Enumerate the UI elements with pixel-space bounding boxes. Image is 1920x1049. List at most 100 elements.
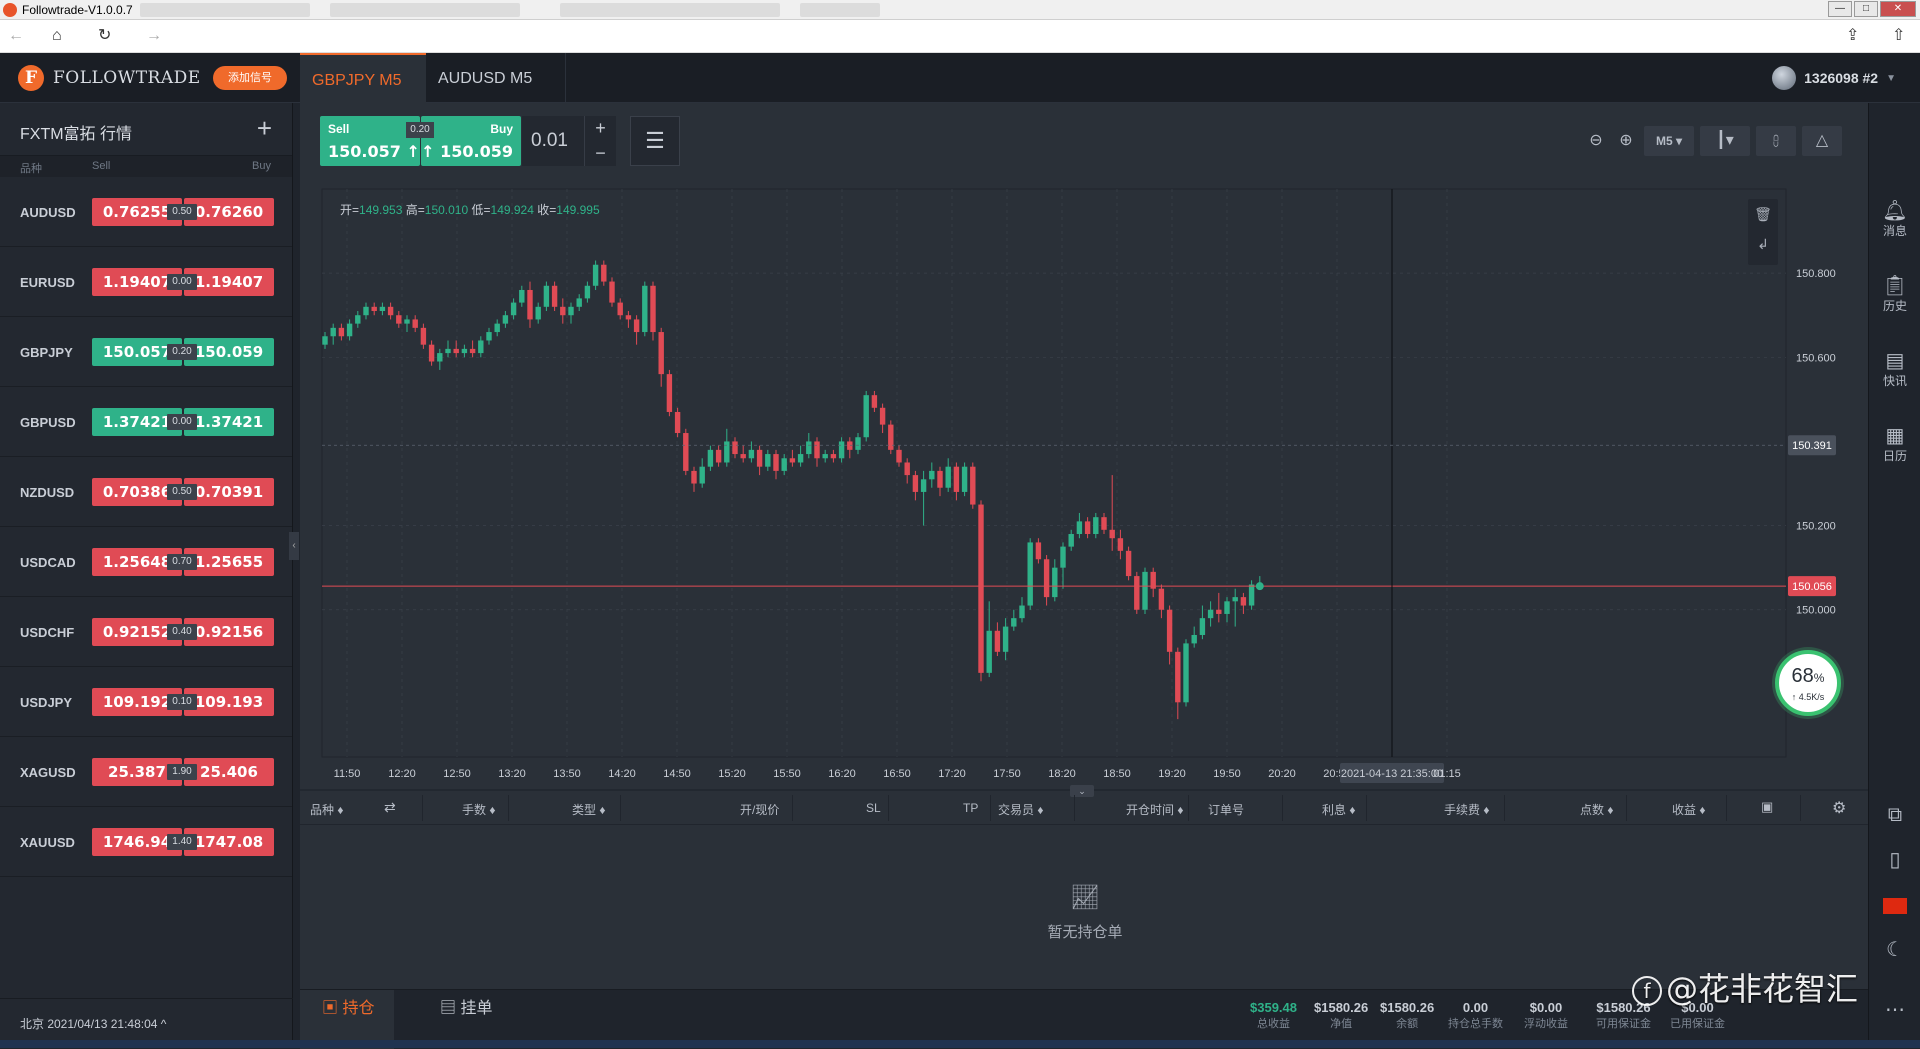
quote-row[interactable]: USDJPY 109.192 109.193 0.10 [0, 667, 292, 737]
quote-buy-price[interactable]: 109.193 [184, 688, 274, 716]
stat-value: 0.00 [1462, 1000, 1489, 1015]
col-lots[interactable]: 手数 ♦ [462, 801, 495, 818]
home-icon[interactable]: ⌂ [52, 27, 62, 45]
candle-body [420, 327, 427, 345]
rail-messages[interactable]: 🔔︎ 消息 [1869, 199, 1920, 239]
x-tick-label: 17:20 [938, 768, 966, 780]
candle-body [404, 319, 410, 324]
close-label: 收= [537, 203, 557, 217]
plot-frame [321, 188, 1787, 758]
quote-row[interactable]: NZDUSD 0.70386 0.70391 0.50 [0, 457, 292, 527]
chart-toggle-icon[interactable]: ⧉ [1869, 803, 1920, 827]
quote-symbol: USDCAD [20, 555, 76, 570]
col-interest[interactable]: 利息 ♦ [1322, 801, 1355, 818]
y-tick-label: 150.000 [1796, 605, 1836, 617]
col-order-no[interactable]: 订单号 [1208, 801, 1244, 818]
trash-icon[interactable]: 🗑 [1748, 199, 1778, 229]
col-trader[interactable]: 交易员 ♦ [998, 801, 1043, 818]
lot-decrease-button[interactable]: − [584, 141, 616, 166]
maximize-button[interactable]: □ [1854, 1, 1878, 17]
rail-calendar[interactable]: ▦ 日历 [1869, 424, 1920, 464]
col-open-current[interactable]: 开/现价 [740, 801, 779, 818]
upload-icon[interactable]: ⇪ [1846, 27, 1859, 45]
candle-type-icon[interactable]: ┃▾ [1700, 126, 1750, 156]
timeframe-select[interactable]: M5 ▾ [1644, 126, 1694, 156]
quote-row[interactable]: USDCAD 1.25648 1.25655 0.70 [0, 527, 292, 597]
forward-arrow-icon[interactable]: → [146, 27, 162, 45]
indicator-icon[interactable]: ⩉ [1756, 126, 1796, 156]
language-flag-icon[interactable] [1869, 898, 1920, 914]
candlestick-chart[interactable]: 11:50 12:20 12:50 13:20 13:50 14:20 14:50 15:20… [300, 177, 1868, 789]
drawing-triangle-icon[interactable]: △ [1802, 126, 1842, 156]
quote-row[interactable]: GBPJPY 150.057 150.059 0.20 [0, 317, 292, 387]
quote-buy-price[interactable]: 1.25655 [184, 548, 274, 576]
rail-label: 快讯 [1882, 374, 1907, 388]
buy-button[interactable]: Buy ↑ 150.059 [421, 116, 521, 166]
stat-value: $0.00 [1529, 1000, 1563, 1015]
quote-buy-price[interactable]: 0.76260 [184, 198, 274, 226]
more-icon[interactable]: ⋯ [1869, 998, 1920, 1022]
theme-moon-icon[interactable]: ☾ [1869, 938, 1920, 962]
candle-body [970, 466, 976, 505]
refresh-icon[interactable]: ↻ [98, 27, 111, 45]
quote-row[interactable]: GBPUSD 1.37421 1.37421 0.00 [0, 387, 292, 457]
y-tick-label: 150.800 [1796, 268, 1836, 280]
quote-row[interactable]: EURUSD 1.19407 1.19407 0.00 [0, 247, 292, 317]
quote-row[interactable]: AUDUSD 0.76255 0.76260 0.50 [0, 177, 292, 247]
col-points[interactable]: 点数 ♦ [1580, 801, 1613, 818]
export-icon[interactable]: ▣ [1761, 799, 1773, 815]
x-tick-label: 2021-04-13 21:35:00 [1341, 768, 1443, 780]
quote-buy-price[interactable]: 0.70391 [184, 478, 274, 506]
quote-row[interactable]: XAGUSD 25.387 25.406 1.90 [0, 737, 292, 807]
candle-body [838, 441, 845, 459]
col-fee[interactable]: 手续费 ♦ [1444, 801, 1489, 818]
minimize-button[interactable]: — [1828, 1, 1852, 17]
zoom-in-icon[interactable]: ⊕ [1614, 126, 1638, 156]
high-value: 150.010 [424, 203, 469, 217]
candle-body [642, 285, 648, 333]
quote-buy-price[interactable]: 1747.08 [184, 828, 274, 856]
candle-body [609, 281, 615, 303]
x-tick-label: 13:50 [553, 768, 581, 780]
tab-audusd[interactable]: AUDUSD M5 [426, 53, 566, 103]
tab-gbpjpy[interactable]: GBPJPY M5 [300, 53, 426, 103]
add-signal-button[interactable]: 添加信号 [213, 66, 287, 90]
undo-icon[interactable]: ↲ [1748, 229, 1778, 259]
quote-buy-price[interactable]: 1.19407 [184, 268, 274, 296]
col-tp[interactable]: TP [963, 801, 978, 815]
col-type[interactable]: 类型 ♦ [572, 801, 605, 818]
close-button[interactable]: ✕ [1880, 1, 1916, 17]
col-symbol[interactable]: 品种 ♦ [310, 801, 343, 818]
quote-buy-price[interactable]: 1.37421 [184, 408, 274, 436]
candle-body [338, 327, 345, 337]
back-arrow-icon[interactable]: ← [8, 27, 24, 45]
quote-buy-price[interactable]: 25.406 [184, 758, 274, 786]
quote-buy-price[interactable]: 150.059 [184, 338, 274, 366]
candle-body [1076, 521, 1083, 535]
swap-icon[interactable]: ⇄ [384, 799, 396, 816]
mobile-icon[interactable]: ▯ [1869, 848, 1920, 872]
rail-history[interactable]: 📋︎ 历史 [1869, 274, 1920, 314]
bell-icon: 🔔︎ [1882, 200, 1908, 222]
lot-increase-button[interactable]: + [584, 116, 616, 141]
quote-row[interactable]: USDCHF 0.92152 0.92156 0.40 [0, 597, 292, 667]
menu-list-icon[interactable]: ☰ [630, 116, 680, 166]
col-profit[interactable]: 收益 ♦ [1672, 801, 1705, 818]
account-menu[interactable]: 1326098 #2 ▼ [1772, 66, 1896, 90]
share-icon[interactable]: ⇧ [1892, 27, 1905, 45]
col-sl[interactable]: SL [866, 801, 881, 815]
gear-icon[interactable]: ⚙ [1832, 798, 1846, 818]
candle-body [986, 630, 992, 673]
quote-row[interactable]: XAUUSD 1746.94 1747.08 1.40 [0, 807, 292, 877]
sidebar-collapse-handle[interactable]: ‹ [289, 532, 299, 560]
candle-body [601, 264, 607, 282]
add-symbol-icon[interactable]: + [257, 113, 272, 144]
zoom-out-icon[interactable]: ⊖ [1584, 126, 1608, 156]
candle-body [560, 306, 566, 316]
quote-buy-price[interactable]: 0.92156 [184, 618, 274, 646]
rail-news[interactable]: ▤ 快讯 [1869, 349, 1920, 389]
candle-body [592, 264, 599, 286]
lot-input[interactable]: 0.01 [522, 116, 584, 166]
col-open-time[interactable]: 开仓时间 ♦ [1126, 801, 1183, 818]
sell-button[interactable]: Sell 150.057 ↑ [320, 116, 420, 166]
